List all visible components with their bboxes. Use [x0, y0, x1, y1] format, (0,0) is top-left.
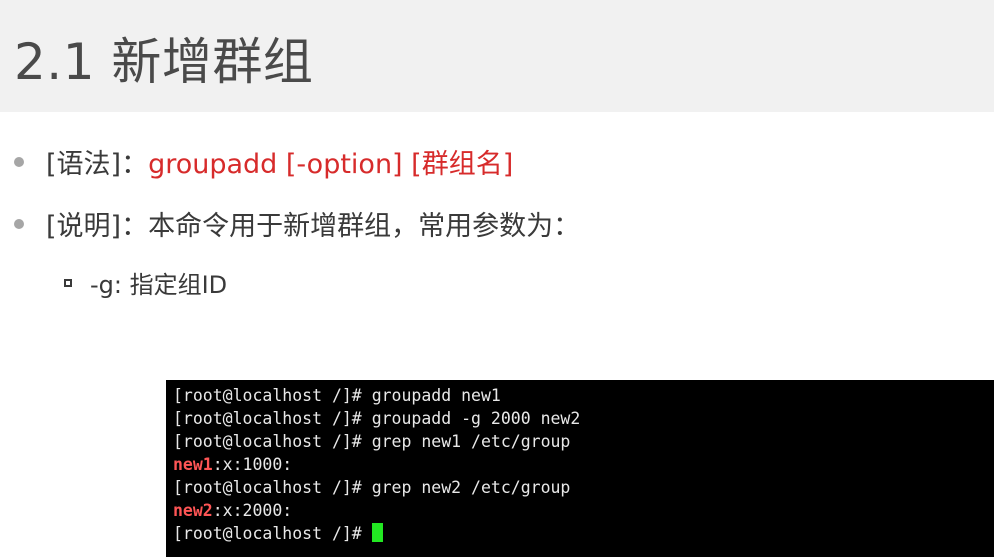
- command: grep new1 /etc/group: [371, 432, 571, 451]
- command: grep new2 /etc/group: [371, 478, 571, 497]
- terminal-output-line: new1:x:1000:: [173, 453, 994, 476]
- bullet-dot: [14, 218, 24, 229]
- bullet-syntax: [语法]： groupadd [-option] [群组名]: [14, 142, 513, 181]
- title-band: 2.1 新增群组: [0, 0, 994, 112]
- command: groupadd new1: [371, 386, 501, 405]
- slide-title: 2.1 新增群组: [14, 33, 314, 91]
- bullet-description: [说明]： 本命令用于新增群组，常用参数为：: [14, 204, 580, 243]
- terminal-line: [root@localhost /]#: [173, 522, 994, 545]
- terminal-line: [root@localhost /]# groupadd -g 2000 new…: [173, 407, 994, 430]
- square-bullet-icon: [64, 278, 72, 287]
- terminal-line: [root@localhost /]# grep new1 /etc/group: [173, 430, 994, 453]
- terminal-cursor[interactable]: [371, 523, 383, 542]
- description-text: 本命令用于新增群组，常用参数为：: [148, 211, 581, 242]
- bullet-dot: [14, 156, 24, 167]
- option-text: -g: 指定组ID: [90, 271, 228, 299]
- prompt: [root@localhost /]#: [173, 386, 372, 405]
- prompt: [root@localhost /]#: [173, 409, 372, 428]
- output-rest: :x:2000:: [212, 501, 293, 520]
- output-rest: :x:1000:: [212, 455, 293, 474]
- terminal-output-line: new2:x:2000:: [173, 499, 994, 522]
- terminal-line: [root@localhost /]# grep new2 /etc/group: [173, 476, 994, 499]
- terminal-line: [root@localhost /]# groupadd new1: [173, 384, 994, 407]
- prompt: [root@localhost /]#: [173, 432, 372, 451]
- prompt: [root@localhost /]#: [173, 478, 372, 497]
- sub-bullet-option: -g: 指定组ID: [64, 265, 227, 300]
- grep-match: new2: [173, 501, 213, 520]
- prompt: [root@localhost /]#: [173, 524, 372, 543]
- bullet-label: [语法]：: [46, 149, 149, 180]
- command: groupadd -g 2000 new2: [371, 409, 581, 428]
- terminal-window[interactable]: [root@localhost /]# groupadd new1 [root@…: [166, 380, 994, 557]
- grep-match: new1: [173, 455, 213, 474]
- syntax-text: groupadd [-option] [群组名]: [148, 149, 514, 180]
- bullet-label: [说明]：: [46, 211, 149, 242]
